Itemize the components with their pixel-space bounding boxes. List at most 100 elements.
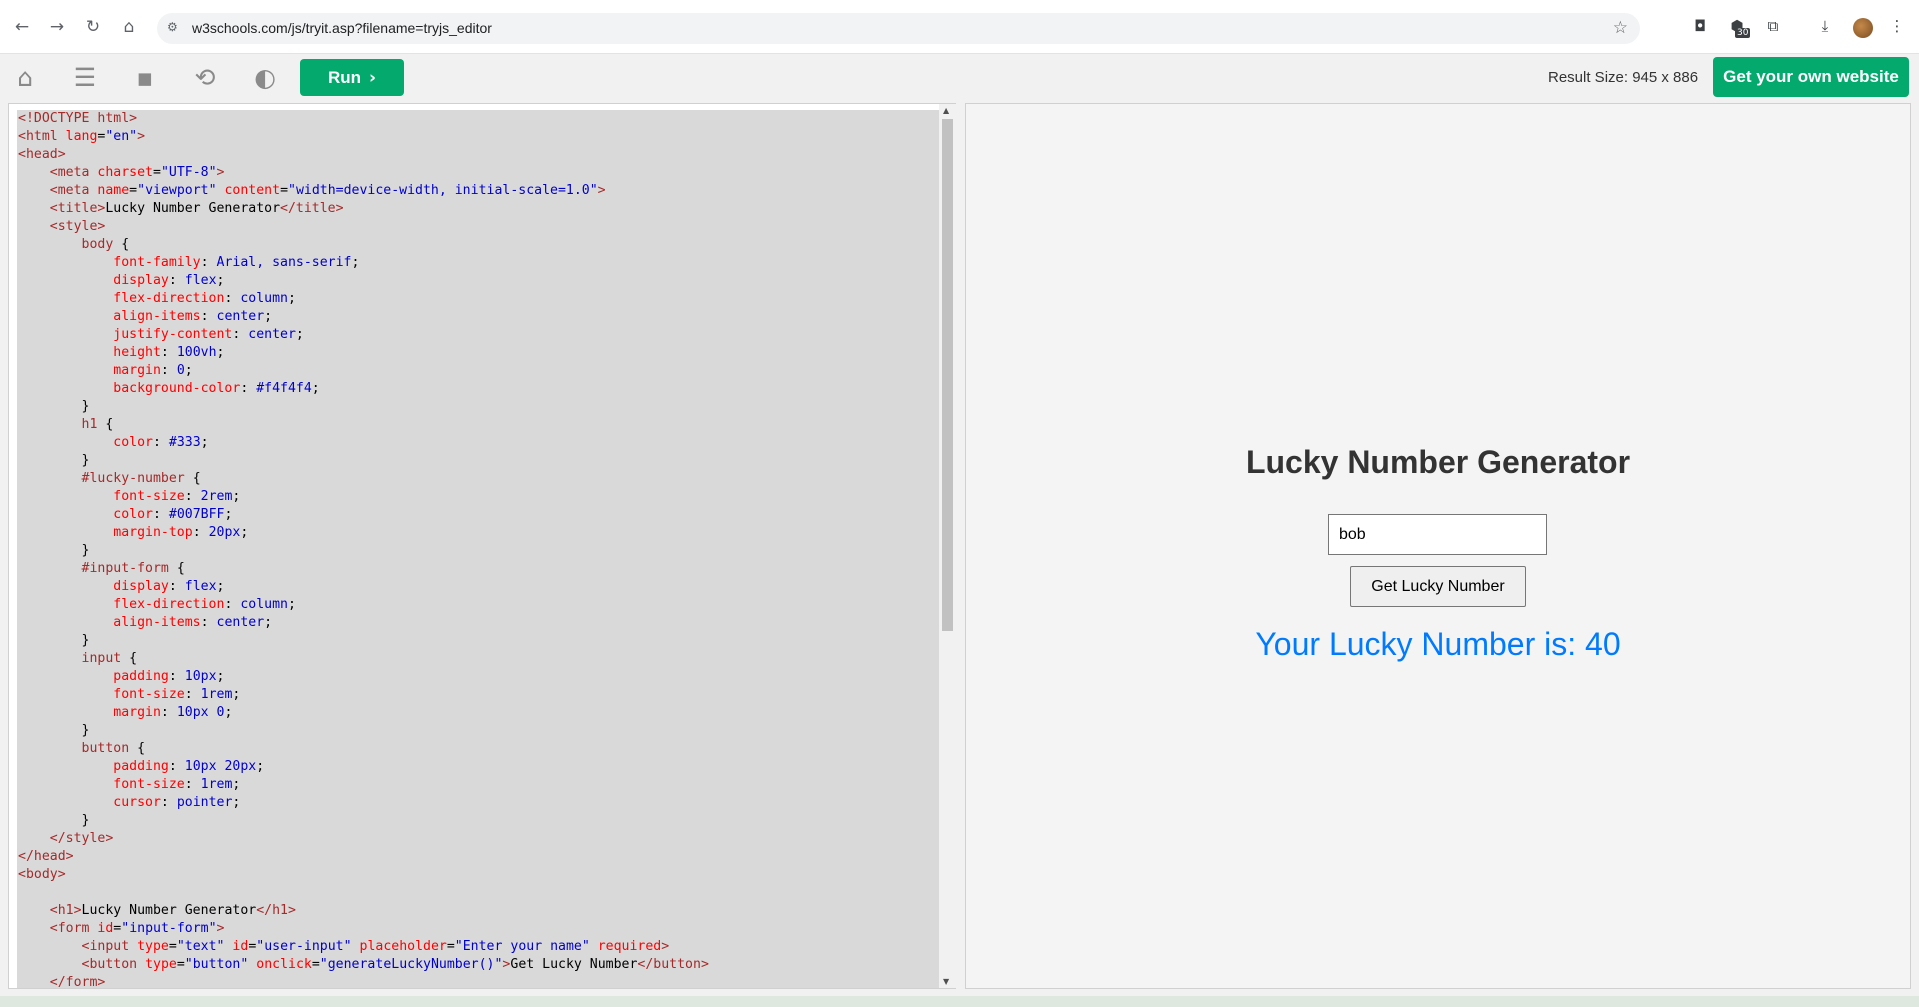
code-line[interactable]: }: [17, 452, 939, 470]
code-line[interactable]: flex-direction: column;: [17, 290, 939, 308]
code-line[interactable]: #input-form {: [17, 560, 939, 578]
code-line[interactable]: color: #333;: [17, 434, 939, 452]
code-line[interactable]: padding: 10px;: [17, 668, 939, 686]
extension-icon[interactable]: ◘: [1690, 17, 1710, 37]
code-line[interactable]: </head>: [17, 848, 939, 866]
code-line[interactable]: <!DOCTYPE html>: [17, 110, 939, 128]
code-token: display: [113, 273, 169, 288]
code-token: pointer: [176, 795, 233, 810]
code-line[interactable]: <input type="text" id="user-input" place…: [17, 938, 939, 956]
code-token: }: [81, 813, 90, 828]
code-token: ;: [287, 597, 296, 612]
code-token: flex-direction: [113, 291, 225, 306]
code-token: align-items: [113, 309, 201, 324]
url-text[interactable]: w3schools.com/js/tryit.asp?filename=tryj…: [192, 20, 492, 36]
scroll-up-icon[interactable]: ▲: [943, 106, 952, 115]
forward-icon[interactable]: →: [46, 16, 68, 38]
save-icon[interactable]: ▪: [131, 64, 159, 92]
code-line[interactable]: body {: [17, 236, 939, 254]
code-token: ;: [232, 687, 241, 702]
code-line[interactable]: }: [17, 812, 939, 830]
code-token: ;: [287, 291, 296, 306]
code-line[interactable]: flex-direction: column;: [17, 596, 939, 614]
code-line[interactable]: input {: [17, 650, 939, 668]
rotate-icon[interactable]: ⟲: [191, 64, 219, 92]
code-token: <h1>: [49, 903, 82, 918]
get-lucky-number-button[interactable]: Get Lucky Number: [1350, 566, 1526, 607]
code-line[interactable]: <meta name="viewport" content="width=dev…: [17, 182, 939, 200]
code-token: {: [113, 237, 130, 252]
code-line[interactable]: display: flex;: [17, 578, 939, 596]
code-line[interactable]: cursor: pointer;: [17, 794, 939, 812]
code-token: :: [184, 489, 201, 504]
code-token: :: [168, 579, 185, 594]
code-token: center: [248, 327, 296, 342]
code-line[interactable]: <body>: [17, 866, 939, 884]
code-line[interactable]: font-size: 2rem;: [17, 488, 939, 506]
scrollbar-thumb[interactable]: [942, 119, 953, 631]
code-line[interactable]: </style>: [17, 830, 939, 848]
code-line[interactable]: }: [17, 542, 939, 560]
profile-avatar[interactable]: [1853, 18, 1873, 38]
user-name-input[interactable]: [1328, 514, 1547, 555]
puzzle-extensions-icon[interactable]: ⧉: [1763, 17, 1783, 37]
code-line[interactable]: align-items: center;: [17, 614, 939, 632]
theme-contrast-icon[interactable]: ◐: [251, 64, 279, 92]
site-info-icon[interactable]: ⚙: [167, 20, 183, 36]
code-line[interactable]: margin-top: 20px;: [17, 524, 939, 542]
reload-icon[interactable]: ↻: [82, 16, 104, 38]
code-line[interactable]: font-size: 1rem;: [17, 776, 939, 794]
code-line[interactable]: }: [17, 632, 939, 650]
editor-scrollbar[interactable]: ▲ ▼: [939, 104, 956, 988]
menu-icon[interactable]: ☰: [71, 64, 99, 92]
code-line[interactable]: align-items: center;: [17, 308, 939, 326]
code-line[interactable]: display: flex;: [17, 272, 939, 290]
code-line[interactable]: h1 {: [17, 416, 939, 434]
code-line[interactable]: background-color: #f4f4f4;: [17, 380, 939, 398]
code-line[interactable]: justify-content: center;: [17, 326, 939, 344]
code-line[interactable]: font-size: 1rem;: [17, 686, 939, 704]
code-line[interactable]: <form id="input-form">: [17, 920, 939, 938]
code-line[interactable]: <html lang="en">: [17, 128, 939, 146]
code-line[interactable]: <button type="button" onclick="generateL…: [17, 956, 939, 974]
menu-dots-icon[interactable]: ⋮: [1887, 17, 1907, 37]
code-token: ;: [224, 507, 233, 522]
address-bar[interactable]: ⚙ w3schools.com/js/tryit.asp?filename=tr…: [157, 13, 1640, 44]
code-token: :: [184, 777, 201, 792]
code-line[interactable]: font-family: Arial, sans-serif;: [17, 254, 939, 272]
code-line[interactable]: <meta charset="UTF-8">: [17, 164, 939, 182]
home-icon[interactable]: ⌂: [11, 64, 39, 92]
code-line[interactable]: }: [17, 398, 939, 416]
code-token: ;: [232, 795, 241, 810]
code-line[interactable]: </form>: [17, 974, 939, 988]
run-button[interactable]: Run ›: [300, 59, 404, 96]
code-token: {: [184, 471, 201, 486]
code-line[interactable]: <h1>Lucky Number Generator</h1>: [17, 902, 939, 920]
code-line[interactable]: padding: 10px 20px;: [17, 758, 939, 776]
download-icon[interactable]: ⤓: [1815, 17, 1835, 37]
code-token: center: [216, 309, 265, 324]
code-line[interactable]: height: 100vh;: [17, 344, 939, 362]
scroll-down-icon[interactable]: ▼: [943, 977, 952, 986]
code-line[interactable]: margin: 10px 0;: [17, 704, 939, 722]
back-icon[interactable]: ←: [11, 16, 33, 38]
code-line[interactable]: margin: 0;: [17, 362, 939, 380]
code-line[interactable]: <title>Lucky Number Generator</title>: [17, 200, 939, 218]
home-icon[interactable]: ⌂: [118, 16, 140, 38]
code-line[interactable]: color: #007BFF;: [17, 506, 939, 524]
bookmark-star-icon[interactable]: ☆: [1613, 18, 1628, 38]
code-token: padding: [113, 759, 169, 774]
code-editor[interactable]: <!DOCTYPE html> <html lang="en"> <head> <m…: [17, 110, 939, 988]
code-token: <meta: [49, 165, 98, 180]
code-line[interactable]: #lucky-number {: [17, 470, 939, 488]
code-line[interactable]: <head>: [17, 146, 939, 164]
code-line[interactable]: [17, 884, 939, 902]
code-token: "en": [105, 129, 138, 144]
code-line[interactable]: <style>: [17, 218, 939, 236]
code-line[interactable]: button {: [17, 740, 939, 758]
code-line[interactable]: }: [17, 722, 939, 740]
get-own-website-button[interactable]: Get your own website: [1713, 57, 1909, 97]
